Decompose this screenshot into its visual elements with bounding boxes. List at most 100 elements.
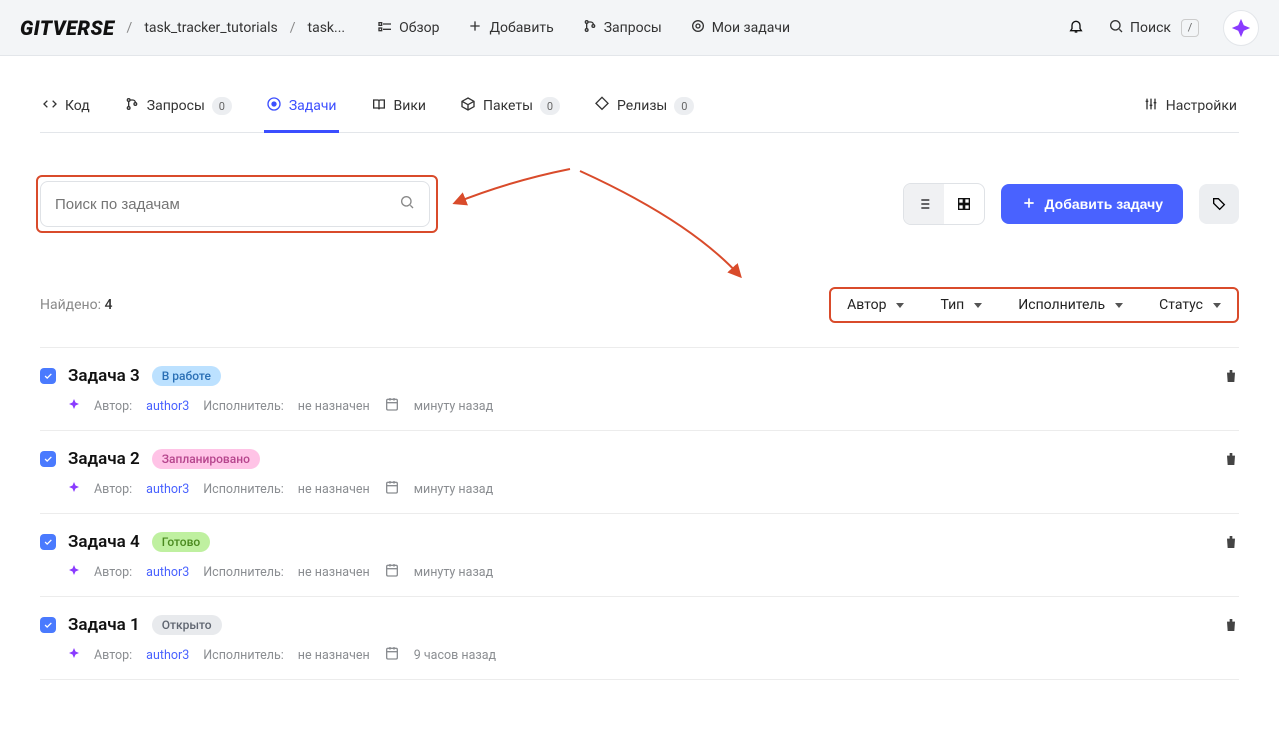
code-icon: [42, 96, 58, 116]
task-search[interactable]: [40, 181, 430, 227]
task-title[interactable]: Задача 2: [68, 449, 140, 469]
assignee-label: Исполнитель:: [203, 482, 284, 497]
breadcrumb-sub[interactable]: task...: [308, 20, 346, 36]
task-row[interactable]: Задача 2 Запланировано Автор: author3 Ис…: [40, 430, 1239, 513]
author-link[interactable]: author3: [146, 648, 189, 663]
author-label: Автор:: [94, 565, 132, 580]
topnav-overview[interactable]: Обзор: [377, 18, 439, 38]
add-task-button[interactable]: Добавить задачу: [1001, 184, 1184, 224]
task-list: Задача 3 В работе Автор: author3 Исполни…: [40, 347, 1239, 680]
author-link[interactable]: author3: [146, 482, 189, 497]
topnav-requests[interactable]: Запросы: [582, 18, 662, 38]
task-time: минуту назад: [414, 565, 493, 580]
topnav-add[interactable]: Добавить: [467, 18, 553, 38]
task-title[interactable]: Задача 4: [68, 532, 140, 552]
filter-status-label: Статус: [1159, 297, 1203, 313]
delete-task-button[interactable]: [1223, 368, 1239, 384]
add-task-label: Добавить задачу: [1045, 196, 1164, 212]
tag-icon: [594, 96, 610, 116]
task-checkbox[interactable]: [40, 534, 56, 550]
task-title[interactable]: Задача 1: [68, 615, 140, 635]
delete-task-button[interactable]: [1223, 451, 1239, 467]
avatar-icon: [1230, 17, 1252, 39]
task-search-input[interactable]: [55, 196, 399, 213]
topnav-mytasks[interactable]: Мои задачи: [690, 18, 790, 38]
tab-wiki[interactable]: Вики: [369, 86, 428, 133]
tab-releases-badge: 0: [674, 97, 694, 115]
view-grid-button[interactable]: [944, 184, 984, 224]
task-time: 9 часов назад: [414, 648, 496, 663]
filter-author-label: Автор: [847, 297, 886, 313]
grid-icon: [956, 196, 972, 212]
task-title[interactable]: Задача 3: [68, 366, 140, 386]
author-label: Автор:: [94, 399, 132, 414]
avatar[interactable]: [1223, 10, 1259, 46]
tab-packages[interactable]: Пакеты 0: [458, 86, 562, 133]
author-link[interactable]: author3: [146, 399, 189, 414]
brand-logo[interactable]: GITVERSE: [20, 16, 115, 40]
tab-tasks[interactable]: Задачи: [264, 86, 339, 133]
assignee-value: не назначен: [298, 399, 370, 414]
task-row[interactable]: Задача 3 В работе Автор: author3 Исполни…: [40, 347, 1239, 430]
delete-task-button[interactable]: [1223, 534, 1239, 550]
calendar-icon: [384, 479, 400, 499]
assignee-label: Исполнитель:: [203, 399, 284, 414]
repo-tabs: Код Запросы 0 Задачи Вики Пакеты 0 Релиз…: [40, 86, 1239, 133]
assignee-value: не назначен: [298, 648, 370, 663]
list-icon: [916, 196, 932, 212]
tab-code-label: Код: [65, 98, 90, 114]
filter-assignee[interactable]: Исполнитель: [1018, 297, 1123, 313]
tab-code[interactable]: Код: [40, 86, 92, 133]
task-row[interactable]: Задача 1 Открыто Автор: author3 Исполнит…: [40, 596, 1239, 679]
manage-tags-button[interactable]: [1199, 184, 1239, 224]
task-checkbox[interactable]: [40, 617, 56, 633]
filter-author[interactable]: Автор: [847, 297, 904, 313]
view-list-button[interactable]: [904, 184, 944, 224]
topbar: GITVERSE / task_tracker_tutorials / task…: [0, 0, 1279, 56]
chevron-down-icon: [974, 303, 982, 308]
tab-packages-label: Пакеты: [483, 98, 533, 114]
author-label: Автор:: [94, 482, 132, 497]
found-number: 4: [105, 297, 113, 313]
merge-icon: [124, 96, 140, 116]
tag-icon: [1211, 196, 1227, 212]
assignee-label: Исполнитель:: [203, 565, 284, 580]
task-checkbox[interactable]: [40, 368, 56, 384]
results-row: Найдено: 4 Автор Тип Исполнитель Статус: [40, 287, 1239, 323]
app-icon: [68, 398, 80, 414]
status-badge: Запланировано: [152, 449, 260, 469]
filter-status[interactable]: Статус: [1159, 297, 1221, 313]
task-checkbox[interactable]: [40, 451, 56, 467]
tab-requests-label: Запросы: [147, 98, 205, 114]
overview-icon: [377, 18, 393, 38]
task-row[interactable]: Задача 4 Готово Автор: author3 Исполните…: [40, 513, 1239, 596]
filter-assignee-label: Исполнитель: [1018, 297, 1105, 313]
tab-releases[interactable]: Релизы 0: [592, 86, 696, 133]
task-icon: [266, 96, 282, 116]
topnav-search-label: Поиск: [1130, 20, 1171, 36]
package-icon: [460, 96, 476, 116]
topbar-right: Поиск /: [1068, 10, 1259, 46]
tab-settings[interactable]: Настройки: [1141, 86, 1239, 133]
tab-wiki-label: Вики: [394, 98, 426, 114]
plus-icon: [1021, 195, 1037, 214]
topnav-add-label: Добавить: [489, 20, 553, 36]
status-badge: В работе: [152, 366, 221, 386]
breadcrumb-repo[interactable]: task_tracker_tutorials: [144, 20, 277, 36]
bell-icon[interactable]: [1068, 18, 1084, 38]
topnav-search[interactable]: Поиск /: [1108, 18, 1199, 38]
assignee-value: не назначен: [298, 482, 370, 497]
task-time: минуту назад: [414, 482, 493, 497]
author-link[interactable]: author3: [146, 565, 189, 580]
calendar-icon: [384, 645, 400, 665]
filter-type-label: Тип: [940, 297, 964, 313]
tab-requests[interactable]: Запросы 0: [122, 86, 234, 133]
calendar-icon: [384, 562, 400, 582]
found-count: Найдено: 4: [40, 297, 112, 313]
target-icon: [690, 18, 706, 38]
filters-bar: Автор Тип Исполнитель Статус: [829, 287, 1239, 323]
tab-tasks-label: Задачи: [289, 98, 337, 114]
filter-type[interactable]: Тип: [940, 297, 982, 313]
app-icon: [68, 481, 80, 497]
delete-task-button[interactable]: [1223, 617, 1239, 633]
